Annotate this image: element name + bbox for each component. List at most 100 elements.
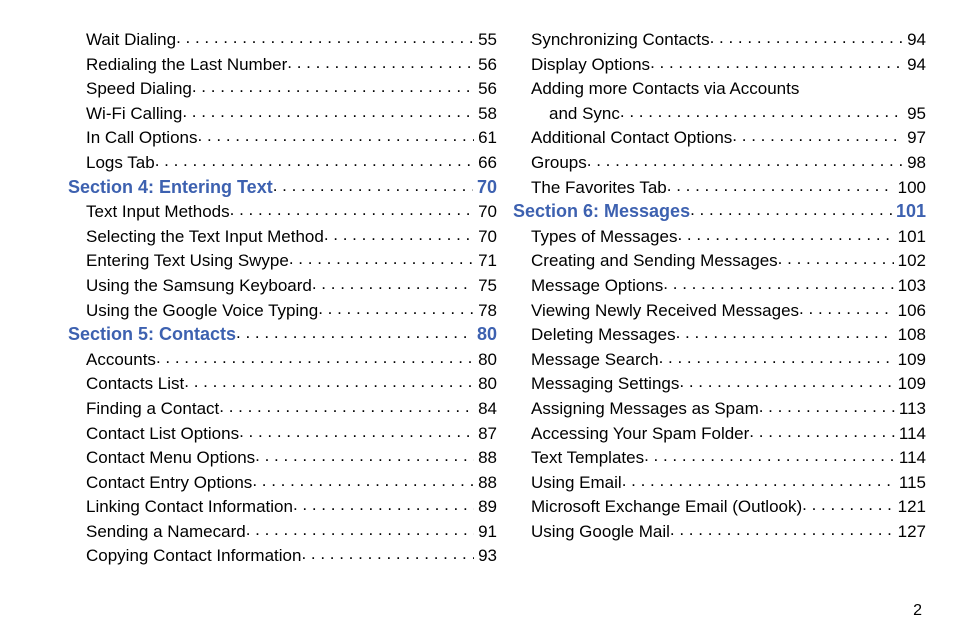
toc-entry[interactable]: Wait Dialing55 xyxy=(68,28,497,53)
toc-column-right: Synchronizing Contacts94Display Options9… xyxy=(497,28,926,569)
toc-entry-label: Types of Messages xyxy=(531,227,677,247)
toc-entry[interactable]: Creating and Sending Messages102 xyxy=(513,249,926,274)
dot-leader xyxy=(732,126,903,143)
toc-entry-page: 87 xyxy=(474,424,497,444)
toc-section-heading[interactable]: Section 6: Messages101 xyxy=(513,200,926,225)
toc-entry[interactable]: Additional Contact Options97 xyxy=(513,126,926,151)
toc-entry-label: Speed Dialing xyxy=(86,79,192,99)
dot-leader xyxy=(749,422,895,439)
toc-entry-label: Messaging Settings xyxy=(531,374,679,394)
toc-entry-page: 98 xyxy=(903,153,926,173)
toc-entry-label: Logs Tab xyxy=(86,153,155,173)
toc-entry-page: 109 xyxy=(894,374,926,394)
toc-entry[interactable]: Copying Contact Information93 xyxy=(68,544,497,569)
toc-entry[interactable]: Contact List Options 87 xyxy=(68,422,497,447)
dot-leader xyxy=(182,102,474,119)
toc-entry-page: 89 xyxy=(474,497,497,517)
dot-leader xyxy=(301,544,474,561)
toc-entry-label: Contact List Options xyxy=(86,424,239,444)
toc-entry[interactable]: Contacts List80 xyxy=(68,372,497,397)
toc-entry-label: In Call Options xyxy=(86,128,198,148)
toc-entry[interactable]: Wi-Fi Calling58 xyxy=(68,102,497,127)
toc-entry[interactable]: Sending a Namecard91 xyxy=(68,520,497,545)
toc-entry-label: Using Email xyxy=(531,473,622,493)
toc-entry-page: 127 xyxy=(894,522,926,542)
toc-entry-page: 108 xyxy=(894,325,926,345)
toc-entry[interactable]: Message Options103 xyxy=(513,274,926,299)
page-footer: 2 xyxy=(68,602,926,626)
dot-leader xyxy=(799,299,894,316)
toc-entry-page: 101 xyxy=(894,227,926,247)
toc-entry[interactable]: Assigning Messages as Spam 113 xyxy=(513,397,926,422)
toc-entry[interactable]: Messaging Settings 109 xyxy=(513,372,926,397)
toc-entry[interactable]: Display Options94 xyxy=(513,53,926,78)
toc-entry[interactable]: Selecting the Text Input Method 70 xyxy=(68,225,497,250)
toc-entry[interactable]: Redialing the Last Number56 xyxy=(68,53,497,78)
dot-leader xyxy=(644,446,895,463)
toc-entry-label: Creating and Sending Messages xyxy=(531,251,778,271)
dot-leader xyxy=(273,176,473,193)
toc-entry-page: 84 xyxy=(474,399,497,419)
toc-entry-page: 114 xyxy=(895,448,926,468)
toc-entry[interactable]: Synchronizing Contacts94 xyxy=(513,28,926,53)
dot-leader xyxy=(246,520,474,537)
toc-entry[interactable]: Message Search109 xyxy=(513,348,926,373)
toc-entry-page: 115 xyxy=(895,473,926,493)
toc-entry[interactable]: Speed Dialing56 xyxy=(68,77,497,102)
toc-section-heading[interactable]: Section 5: Contacts80 xyxy=(68,323,497,348)
dot-leader xyxy=(312,274,474,291)
toc-entry[interactable]: Types of Messages 101 xyxy=(513,225,926,250)
toc-entry[interactable]: Logs Tab66 xyxy=(68,151,497,176)
toc-entry-label: Wait Dialing xyxy=(86,30,176,50)
dot-leader xyxy=(289,249,474,266)
toc-entry-page: 101 xyxy=(892,201,926,222)
toc-entry-label: Adding more Contacts via Accounts xyxy=(531,79,799,99)
toc-entry[interactable]: Text Input Methods70 xyxy=(68,200,497,225)
toc-entry[interactable]: Accounts80 xyxy=(68,348,497,373)
toc-entry[interactable]: Using Google Mail127 xyxy=(513,520,926,545)
toc-entry-label: Linking Contact Information xyxy=(86,497,293,517)
toc-entry[interactable]: Adding more Contacts via Accounts xyxy=(513,77,926,102)
toc-entry-page: 80 xyxy=(474,350,497,370)
dot-leader xyxy=(679,372,893,389)
page-number: 2 xyxy=(913,602,922,619)
toc-entry-page: 113 xyxy=(895,399,926,419)
toc-entry-page: 97 xyxy=(903,128,926,148)
toc-entry[interactable]: Text Templates 114 xyxy=(513,446,926,471)
toc-entry[interactable]: The Favorites Tab100 xyxy=(513,176,926,201)
toc-entry[interactable]: Microsoft Exchange Email (Outlook)121 xyxy=(513,495,926,520)
toc-section-heading[interactable]: Section 4: Entering Text70 xyxy=(68,176,497,201)
toc-entry[interactable]: Deleting Messages108 xyxy=(513,323,926,348)
toc-entry[interactable]: Groups98 xyxy=(513,151,926,176)
toc-entry-label: Display Options xyxy=(531,55,650,75)
dot-leader xyxy=(324,225,474,242)
dot-leader xyxy=(293,495,474,512)
toc-entry[interactable]: Contact Menu Options88 xyxy=(68,446,497,471)
dot-leader xyxy=(239,422,474,439)
toc-entry[interactable]: Accessing Your Spam Folder114 xyxy=(513,422,926,447)
dot-leader xyxy=(677,225,893,242)
dot-leader xyxy=(287,53,474,70)
toc-entry-label: Viewing Newly Received Messages xyxy=(531,301,799,321)
toc-entry-label: Text Templates xyxy=(531,448,644,468)
toc-entry[interactable]: Entering Text Using Swype71 xyxy=(68,249,497,274)
toc-entry[interactable]: In Call Options61 xyxy=(68,126,497,151)
dot-leader xyxy=(219,397,474,414)
toc-entry[interactable]: Using Email 115 xyxy=(513,471,926,496)
toc-entry[interactable]: Viewing Newly Received Messages106 xyxy=(513,299,926,324)
dot-leader xyxy=(236,323,473,340)
toc-entry[interactable]: Using the Samsung Keyboard75 xyxy=(68,274,497,299)
toc-entry[interactable]: Linking Contact Information 89 xyxy=(68,495,497,520)
toc-entry[interactable]: and Sync95 xyxy=(513,102,926,127)
toc-entry-page: 91 xyxy=(474,522,497,542)
toc-entry-label: Assigning Messages as Spam xyxy=(531,399,759,419)
toc-entry[interactable]: Using the Google Voice Typing78 xyxy=(68,299,497,324)
toc-entry[interactable]: Finding a Contact84 xyxy=(68,397,497,422)
toc-entry-page: 93 xyxy=(474,546,497,566)
toc-entry[interactable]: Contact Entry Options88 xyxy=(68,471,497,496)
dot-leader xyxy=(192,77,474,94)
toc-columns: Wait Dialing55Redialing the Last Number5… xyxy=(68,28,926,569)
toc-entry-page: 70 xyxy=(474,227,497,247)
toc-entry-page: 80 xyxy=(474,374,497,394)
toc-entry-label: Selecting the Text Input Method xyxy=(86,227,324,247)
